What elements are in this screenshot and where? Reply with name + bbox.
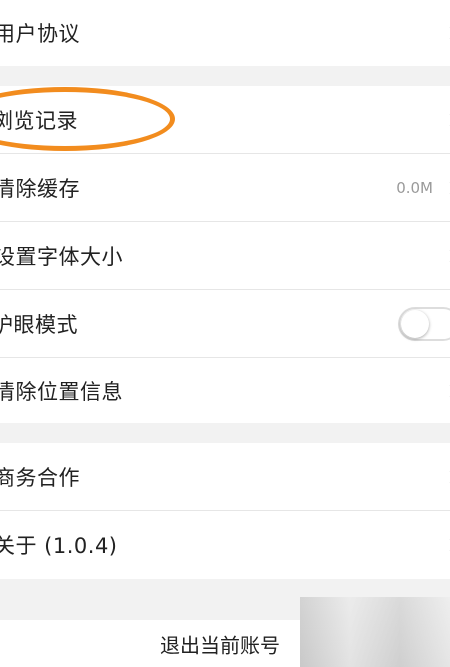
chevron-right-icon [443,248,450,263]
clear-location-row[interactable]: 清除位置信息 [0,358,450,423]
eye-protection-toggle[interactable] [398,306,450,341]
about-row[interactable]: 关于 (1.0.4) [0,511,450,579]
user-agreement-label: 用户协议 [0,22,80,46]
chevron-right-icon [443,469,450,484]
settings-screen: 用户协议 浏览记录 清除缓存 0.0M 设置字体大小 护眼模式 清除位置信息 商… [0,0,450,667]
toggle-knob [401,309,429,338]
chevron-right-icon [443,25,450,41]
chevron-right-icon [443,537,450,553]
font-size-row[interactable]: 设置字体大小 [0,222,450,290]
logout-label: 退出当前账号 [160,633,280,657]
browsing-history-label: 浏览记录 [0,108,78,133]
cache-size-value: 0.0M [396,178,433,197]
business-row[interactable]: 商务合作 [0,443,450,511]
chevron-right-icon [443,180,450,195]
user-agreement-row[interactable]: 用户协议 [0,0,450,66]
clear-cache-row[interactable]: 清除缓存 0.0M [0,154,450,222]
clear-location-label: 清除位置信息 [0,379,123,404]
chevron-right-icon [443,383,450,398]
settings-group-about: 商务合作 关于 (1.0.4) [0,443,450,579]
blurred-region [300,597,450,667]
eye-protection-label: 护眼模式 [0,312,78,337]
browsing-history-row[interactable]: 浏览记录 [0,86,450,154]
settings-group-agreement: 用户协议 [0,0,450,66]
clear-cache-label: 清除缓存 [0,176,80,201]
about-label: 关于 (1.0.4) [0,534,118,558]
settings-group-general: 浏览记录 清除缓存 0.0M 设置字体大小 护眼模式 清除位置信息 [0,86,450,423]
eye-protection-row: 护眼模式 [0,290,450,358]
font-size-label: 设置字体大小 [0,244,123,269]
business-label: 商务合作 [0,465,80,490]
chevron-right-icon [443,112,450,127]
